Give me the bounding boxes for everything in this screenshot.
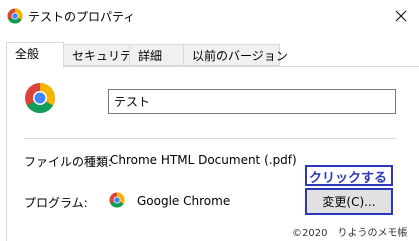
program-value: Google Chrome — [137, 194, 231, 208]
callout-text: クリックする — [309, 171, 388, 186]
title-bar: テストのプロパティ — [0, 0, 419, 32]
chrome-icon — [7, 8, 23, 24]
change-program-button[interactable]: 変更(C)... — [305, 188, 393, 215]
copyright-credit: ©2020 りようのメモ帳 — [292, 228, 408, 239]
tab-general[interactable]: 全般 — [6, 42, 64, 68]
file-type-label: ファイルの種類: — [24, 155, 113, 169]
section-divider — [24, 138, 396, 139]
file-type-value: Chrome HTML Document (.pdf) — [110, 153, 297, 167]
file-name-field[interactable] — [108, 89, 396, 114]
chrome-file-icon — [25, 83, 56, 114]
close-icon[interactable] — [391, 6, 411, 26]
tab-details[interactable]: 詳細 — [129, 44, 184, 66]
window-title: テストのプロパティ — [28, 10, 136, 24]
tab-previous-versions[interactable]: 以前のバージョン — [183, 44, 288, 66]
program-label: プログラム: — [24, 196, 88, 210]
tab-strip: 全般 セキュリティ 詳細 以前のバージョン — [0, 42, 419, 68]
chrome-app-icon — [109, 192, 125, 208]
tab-security[interactable]: セキュリティ — [63, 44, 143, 66]
